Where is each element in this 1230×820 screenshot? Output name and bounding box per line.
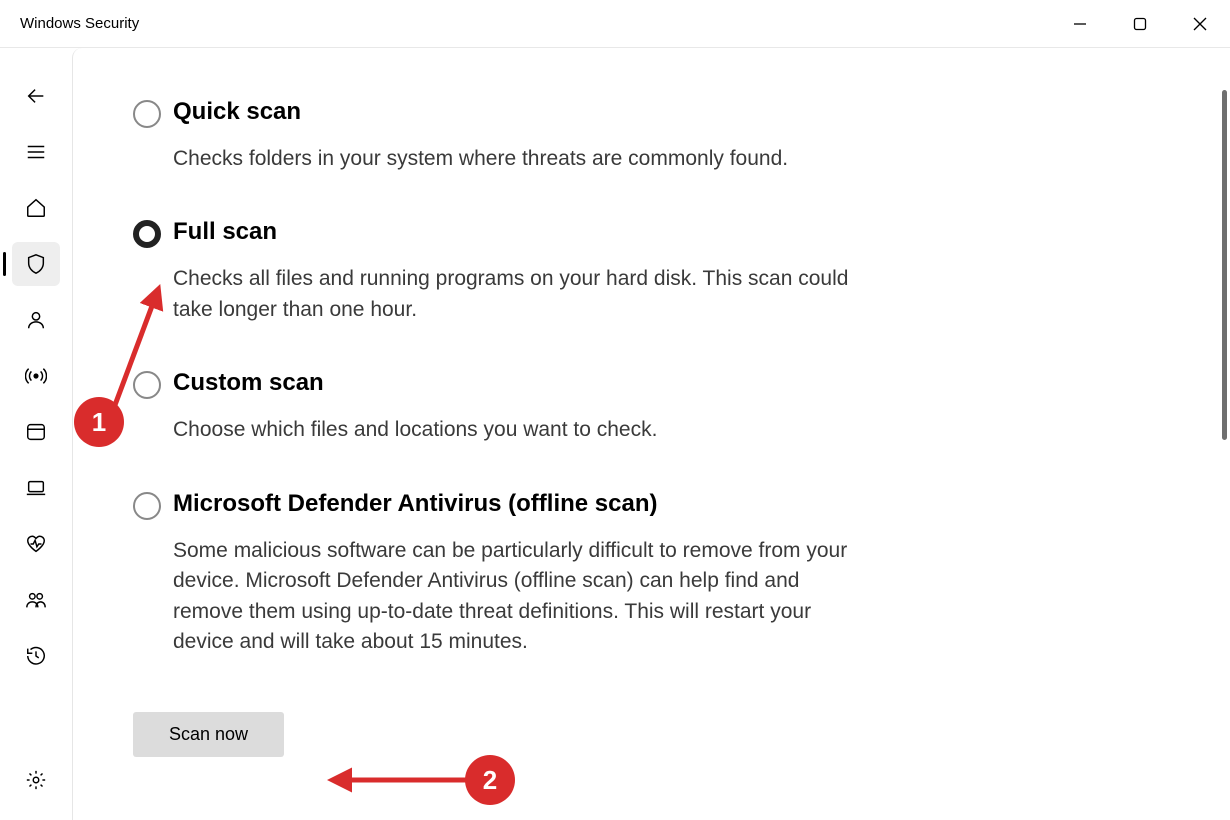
sidebar-device-security[interactable] — [12, 466, 60, 510]
sidebar — [0, 48, 72, 820]
scan-option-quick[interactable]: Quick scan Checks folders in your system… — [133, 98, 863, 174]
scan-option-title: Microsoft Defender Antivirus (offline sc… — [173, 490, 863, 518]
sidebar-protection-history[interactable] — [12, 634, 60, 678]
sidebar-device-performance-health[interactable] — [12, 522, 60, 566]
person-icon — [25, 309, 47, 331]
window-square-icon — [25, 421, 47, 443]
scrollbar-thumb[interactable] — [1222, 90, 1227, 440]
radio-quick[interactable] — [133, 100, 161, 128]
hamburger-icon — [25, 141, 47, 163]
scan-option-description: Checks folders in your system where thre… — [173, 144, 863, 174]
scan-option-description: Choose which files and locations you wan… — [173, 415, 863, 445]
content-panel: Quick scan Checks folders in your system… — [72, 48, 1230, 820]
sidebar-virus-threat-protection[interactable] — [12, 242, 60, 286]
titlebar: Windows Security — [0, 0, 1230, 48]
scan-option-title: Quick scan — [173, 98, 863, 126]
sidebar-app-browser-control[interactable] — [12, 410, 60, 454]
broadcast-icon — [25, 365, 47, 387]
sidebar-firewall-network[interactable] — [12, 354, 60, 398]
scan-option-offline[interactable]: Microsoft Defender Antivirus (offline sc… — [133, 490, 863, 658]
close-icon — [1193, 17, 1207, 31]
scan-option-description: Checks all files and running programs on… — [173, 264, 863, 325]
scan-option-description: Some malicious software can be particula… — [173, 536, 863, 658]
scan-option-full[interactable]: Full scan Checks all files and running p… — [133, 218, 863, 325]
arrow-left-icon — [25, 85, 47, 107]
laptop-icon — [25, 477, 47, 499]
scan-option-title: Full scan — [173, 218, 863, 246]
close-button[interactable] — [1170, 0, 1230, 47]
maximize-button[interactable] — [1110, 0, 1170, 47]
shield-icon — [25, 253, 47, 275]
window-controls — [1050, 0, 1230, 47]
sidebar-family-options[interactable] — [12, 578, 60, 622]
minimize-button[interactable] — [1050, 0, 1110, 47]
sidebar-settings[interactable] — [12, 758, 60, 802]
scan-option-title: Custom scan — [173, 369, 863, 397]
annotation-arrow-1 — [105, 280, 169, 420]
home-icon — [25, 197, 47, 219]
sidebar-menu[interactable] — [12, 130, 60, 174]
radio-offline[interactable] — [133, 492, 161, 520]
window-title: Windows Security — [20, 15, 139, 32]
maximize-icon — [1133, 17, 1147, 31]
radio-full[interactable] — [133, 220, 161, 248]
scan-option-custom[interactable]: Custom scan Choose which files and locat… — [133, 369, 863, 445]
minimize-icon — [1073, 17, 1087, 31]
history-icon — [25, 645, 47, 667]
people-group-icon — [25, 589, 47, 611]
annotation-badge-1: 1 — [74, 397, 124, 447]
sidebar-home[interactable] — [12, 186, 60, 230]
annotation-badge-2: 2 — [465, 755, 515, 805]
gear-icon — [25, 769, 47, 791]
sidebar-back[interactable] — [12, 74, 60, 118]
annotation-arrow-2 — [328, 765, 478, 795]
scan-now-button[interactable]: Scan now — [133, 712, 284, 757]
heart-rate-icon — [25, 533, 47, 555]
sidebar-account-protection[interactable] — [12, 298, 60, 342]
